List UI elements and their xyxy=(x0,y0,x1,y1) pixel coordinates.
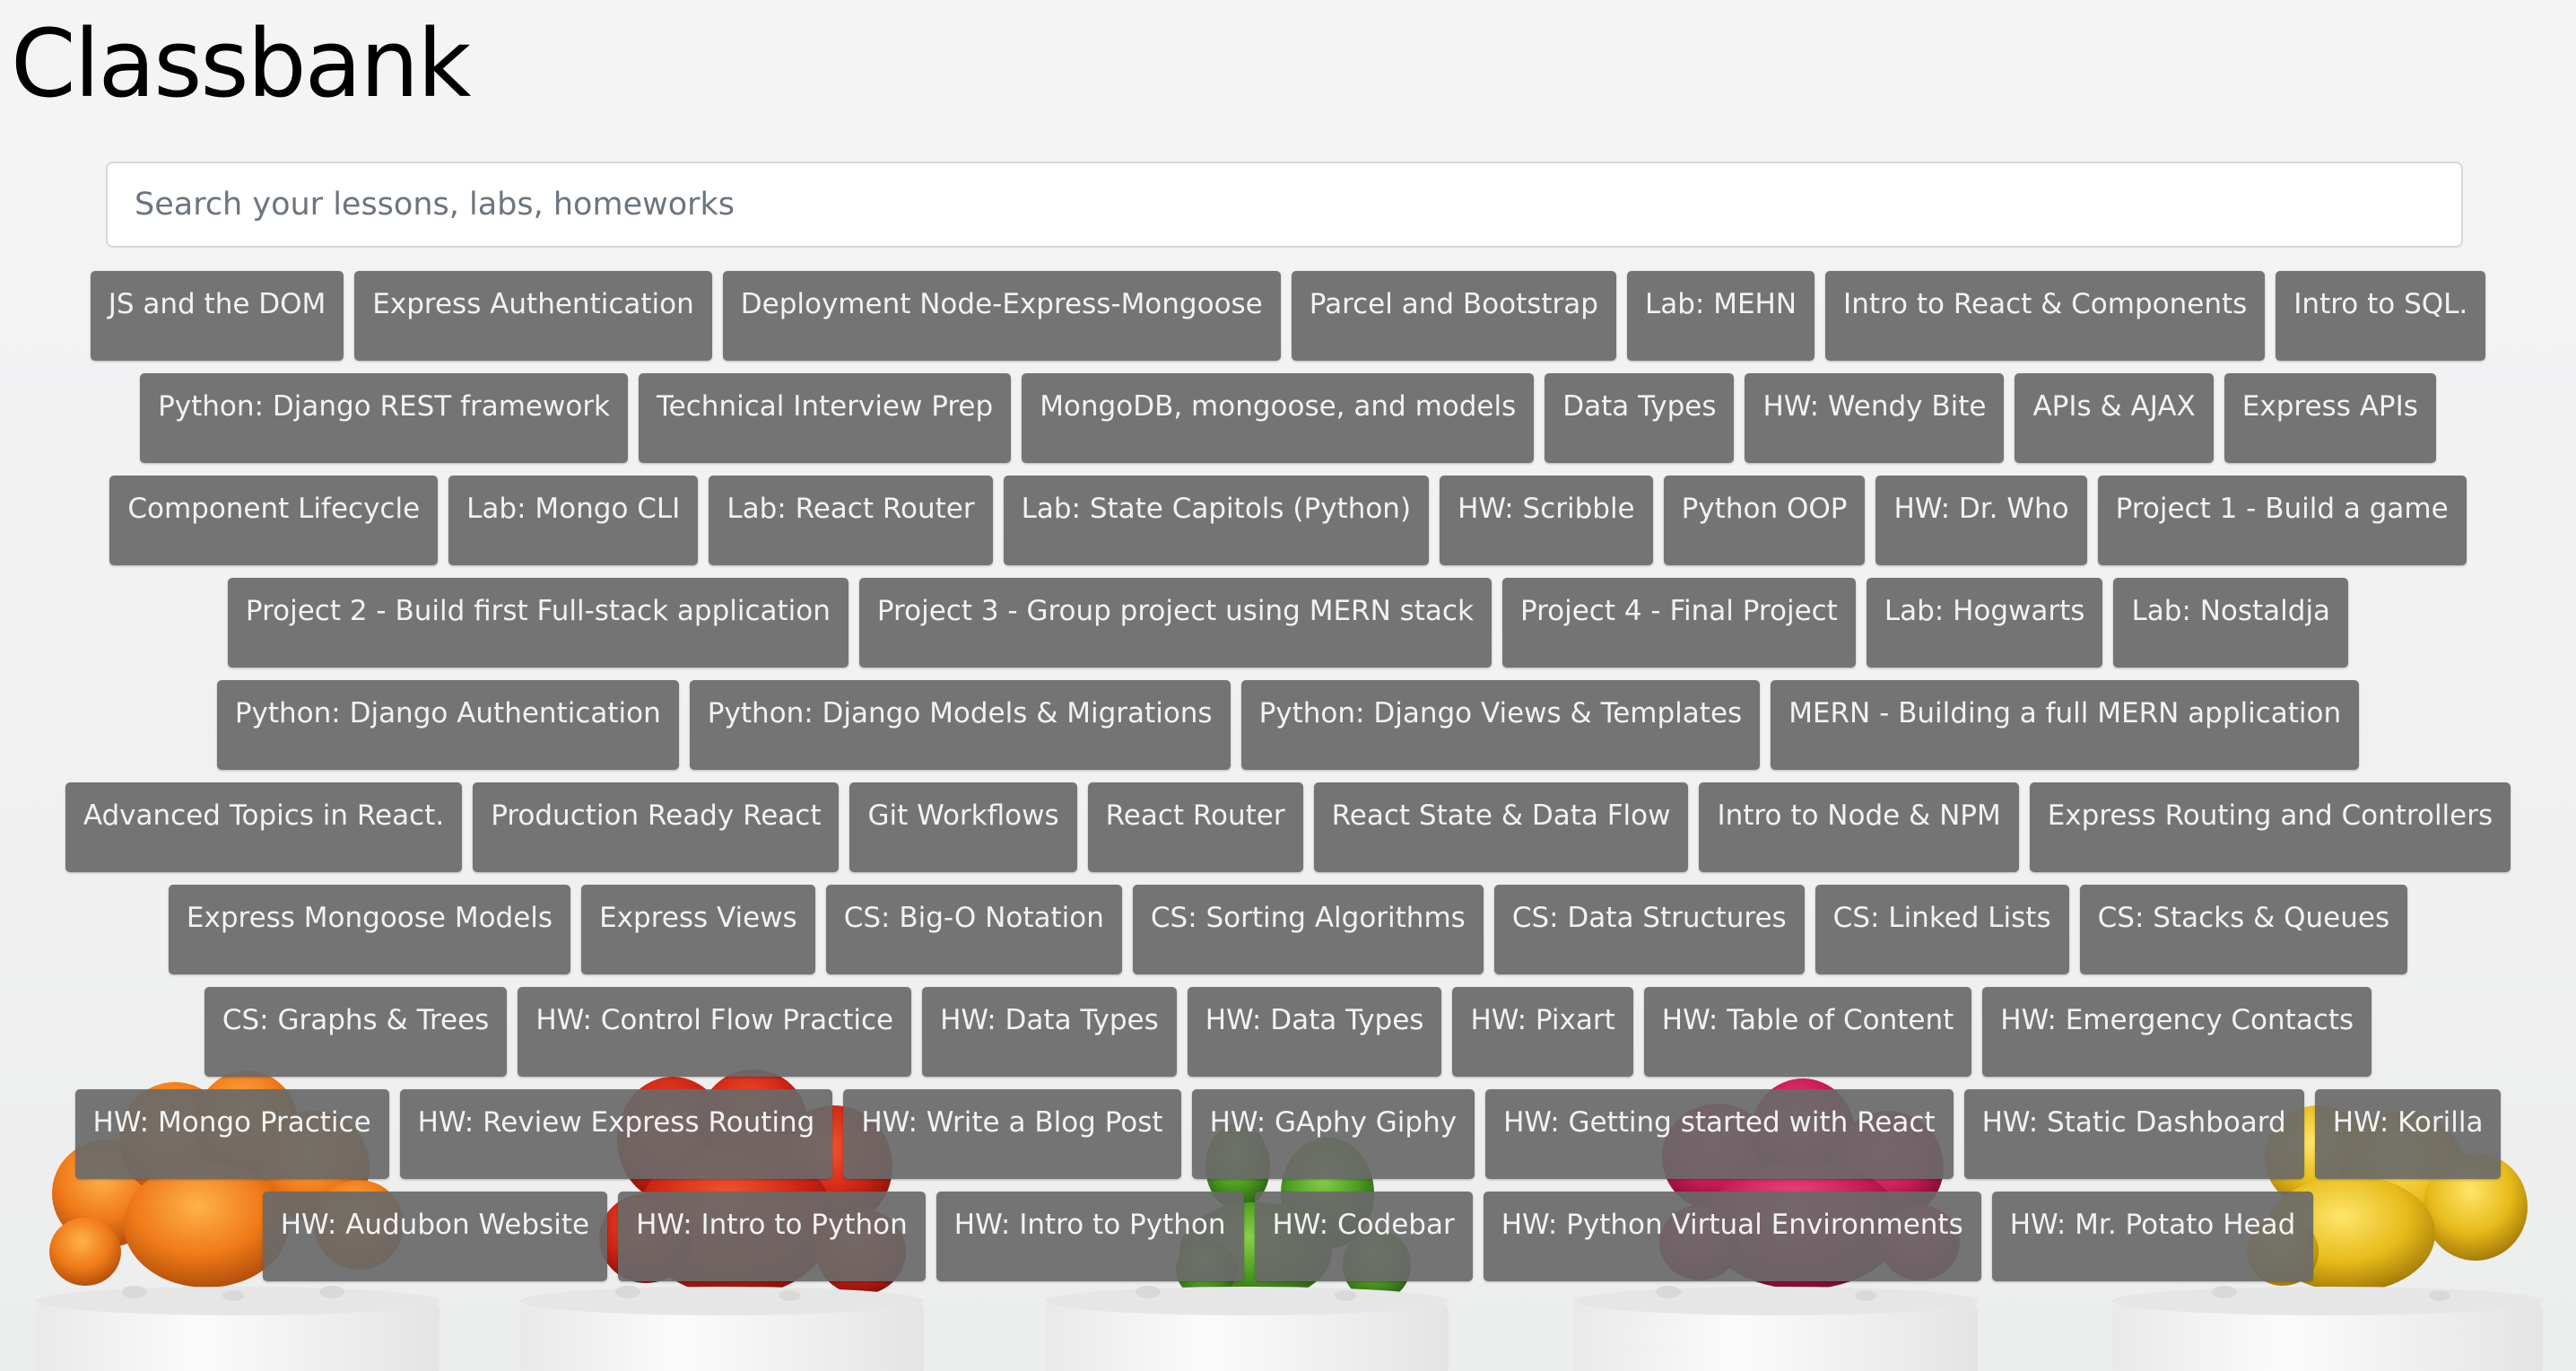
lesson-tag[interactable]: HW: Data Types xyxy=(1187,987,1442,1077)
lesson-tag[interactable]: Intro to SQL. xyxy=(2276,271,2486,361)
lesson-tag[interactable]: Intro to React & Components xyxy=(1825,271,2266,361)
lesson-tag[interactable]: CS: Stacks & Queues xyxy=(2079,885,2408,974)
search-input[interactable] xyxy=(106,162,2463,248)
lesson-tag[interactable]: Git Workflows xyxy=(849,782,1077,872)
lesson-tag[interactable]: Express Authentication xyxy=(354,271,712,361)
lesson-tag[interactable]: HW: Wendy Bite xyxy=(1745,373,2005,463)
lesson-tag[interactable]: HW: Table of Content xyxy=(1643,987,1972,1077)
lesson-tag[interactable]: HW: Audubon Website xyxy=(262,1192,608,1281)
lesson-tag[interactable]: HW: GAphy Giphy xyxy=(1191,1089,1475,1179)
lesson-tag[interactable]: HW: Mongo Practice xyxy=(74,1089,389,1179)
lesson-tag[interactable]: Lab: Nostaldja xyxy=(2113,578,2349,668)
lesson-tag[interactable]: Lab: Mongo CLI xyxy=(448,476,699,565)
lesson-tag[interactable]: Production Ready React xyxy=(473,782,840,872)
lesson-tag[interactable]: HW: Python Virtual Environments xyxy=(1483,1192,1981,1281)
pots xyxy=(36,1287,2543,1371)
lesson-tag[interactable]: Express Mongoose Models xyxy=(168,885,571,974)
lesson-tag[interactable]: React Router xyxy=(1087,782,1303,872)
lesson-tag[interactable]: CS: Sorting Algorithms xyxy=(1132,885,1484,974)
lesson-tag[interactable]: Technical Interview Prep xyxy=(639,373,1012,463)
lesson-tag[interactable]: MongoDB, mongoose, and models xyxy=(1022,373,1535,463)
lesson-tag[interactable]: HW: Korilla xyxy=(2314,1089,2502,1179)
lesson-tag[interactable]: HW: Intro to Python xyxy=(618,1192,926,1281)
lesson-tag[interactable]: Project 1 - Build a game xyxy=(2097,476,2467,565)
lesson-tag[interactable]: Deployment Node-Express-Mongoose xyxy=(722,271,1281,361)
lesson-tag[interactable]: Parcel and Bootstrap xyxy=(1291,271,1616,361)
lesson-tag[interactable]: HW: Data Types xyxy=(922,987,1177,1077)
lesson-tag[interactable]: HW: Write a Blog Post xyxy=(843,1089,1181,1179)
lesson-tag[interactable]: Intro to Node & NPM xyxy=(1699,782,2019,872)
lesson-tag[interactable]: Express APIs xyxy=(2224,373,2436,463)
lesson-tag[interactable]: CS: Graphs & Trees xyxy=(204,987,508,1077)
lesson-tag[interactable]: CS: Big-O Notation xyxy=(825,885,1122,974)
lesson-tag[interactable]: HW: Emergency Contacts xyxy=(1982,987,2372,1077)
lesson-tag[interactable]: Python: Django Authentication xyxy=(216,680,679,770)
lesson-tag[interactable]: HW: Codebar xyxy=(1254,1192,1473,1281)
lesson-tag[interactable]: Lab: State Capitols (Python) xyxy=(1003,476,1430,565)
lesson-tag[interactable]: APIs & AJAX xyxy=(2015,373,2214,463)
lesson-tag[interactable]: Lab: Hogwarts xyxy=(1866,578,2103,668)
lesson-tag[interactable]: Express Routing and Controllers xyxy=(2029,782,2511,872)
lesson-tag[interactable]: Data Types xyxy=(1545,373,1735,463)
lesson-tag[interactable]: Python: Django REST framework xyxy=(140,373,629,463)
lesson-tag[interactable]: Python: Django Models & Migrations xyxy=(689,680,1231,770)
lesson-tag[interactable]: HW: Dr. Who xyxy=(1875,476,2087,565)
lesson-tag[interactable]: Python: Django Views & Templates xyxy=(1240,680,1761,770)
lesson-tag[interactable]: HW: Static Dashboard xyxy=(1963,1089,2304,1179)
lesson-tag[interactable]: MERN - Building a full MERN application xyxy=(1771,680,2360,770)
lesson-tag[interactable]: Python OOP xyxy=(1663,476,1866,565)
lesson-tag[interactable]: Component Lifecycle xyxy=(109,476,439,565)
lesson-tag[interactable]: CS: Data Structures xyxy=(1493,885,1805,974)
lesson-tag[interactable]: React State & Data Flow xyxy=(1313,782,1689,872)
lesson-tag[interactable]: HW: Review Express Routing xyxy=(399,1089,833,1179)
lesson-tag-list: JS and the DOM Express Authentication De… xyxy=(59,271,2517,1294)
lesson-tag[interactable]: Project 2 - Build first Full-stack appli… xyxy=(227,578,849,668)
lesson-tag[interactable]: HW: Scribble xyxy=(1440,476,1653,565)
lesson-tag[interactable]: Express Views xyxy=(581,885,815,974)
lesson-tag[interactable]: Lab: React Router xyxy=(709,476,993,565)
lesson-tag[interactable]: Project 4 - Final Project xyxy=(1501,578,1856,668)
lesson-tag[interactable]: HW: Pixart xyxy=(1452,987,1633,1077)
lesson-tag[interactable]: HW: Getting started with React xyxy=(1485,1089,1954,1179)
lesson-tag[interactable]: Project 3 - Group project using MERN sta… xyxy=(858,578,1492,668)
lesson-tag[interactable]: Lab: MEHN xyxy=(1626,271,1815,361)
lesson-tag[interactable]: JS and the DOM xyxy=(90,271,344,361)
lesson-tag[interactable]: HW: Intro to Python xyxy=(936,1192,1244,1281)
page-title: Classbank xyxy=(11,9,471,118)
lesson-tag[interactable]: CS: Linked Lists xyxy=(1815,885,2069,974)
lesson-tag[interactable]: Advanced Topics in React. xyxy=(65,782,463,872)
lesson-tag[interactable]: HW: Control Flow Practice xyxy=(518,987,912,1077)
lesson-tag[interactable]: HW: Mr. Potato Head xyxy=(1991,1192,2314,1281)
